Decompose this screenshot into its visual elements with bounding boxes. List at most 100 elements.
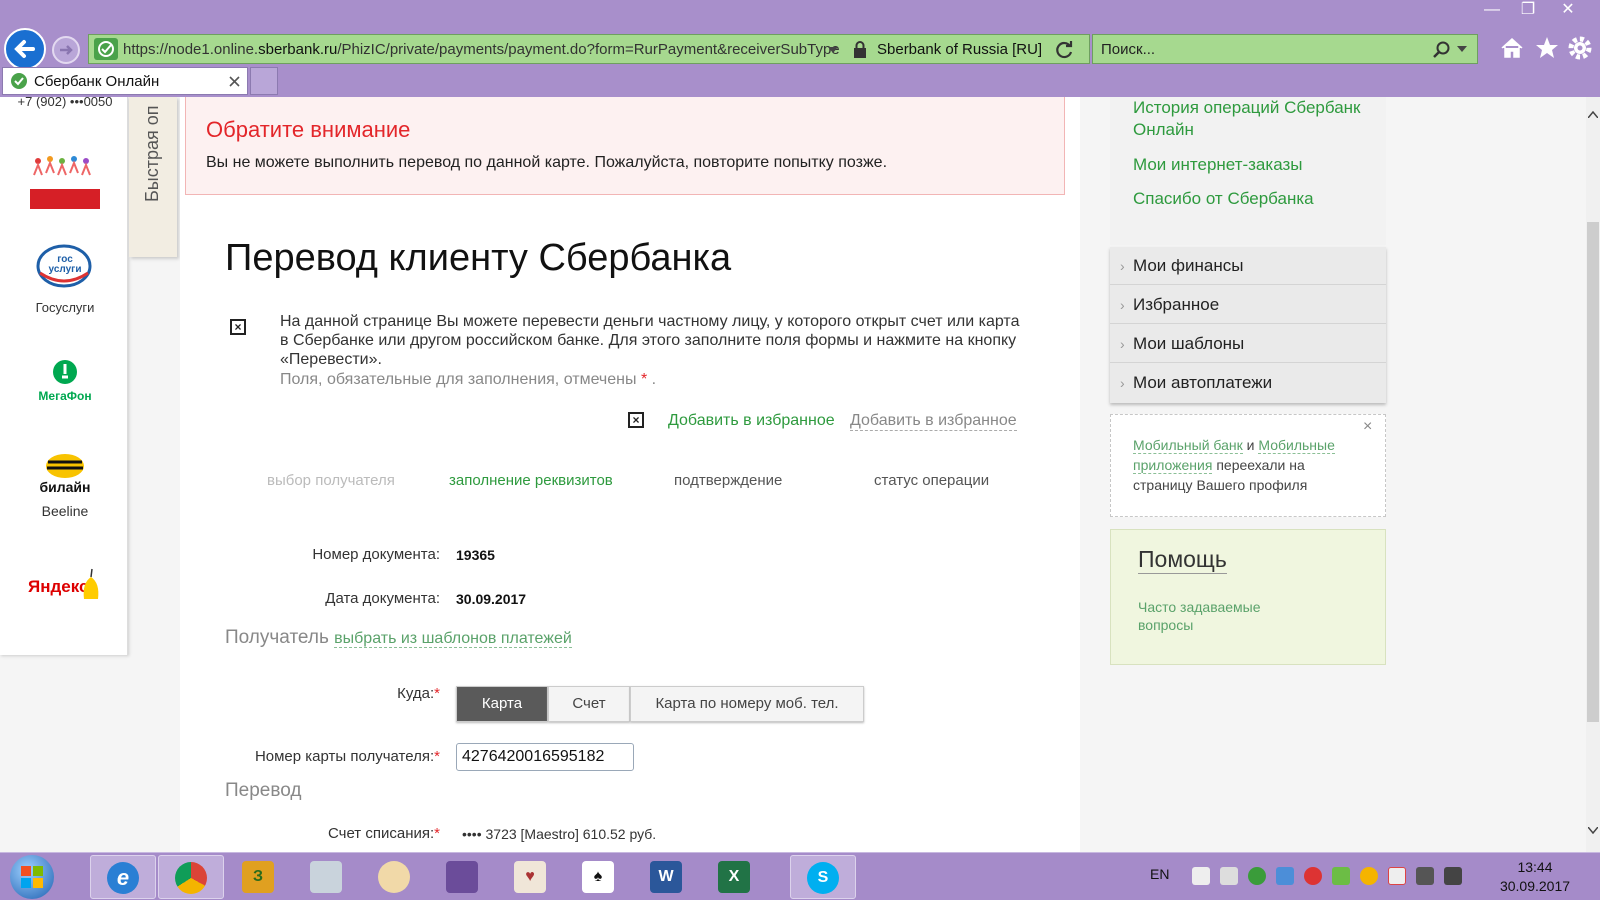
lock-icon[interactable] [853,41,867,58]
partner-megafon[interactable]: МегаФон [25,359,105,409]
faq-link[interactable]: Часто задаваемые вопросы [1138,598,1298,634]
recipient-section: Получатель выбрать из шаблонов платежей [225,627,572,648]
menu-favorites[interactable]: Избранное [1110,286,1386,324]
option-card-by-phone[interactable]: Карта по номеру моб. тел. [630,686,864,722]
help-title: Помощь [1138,546,1227,574]
taskbar-spider-solitaire[interactable] [430,855,496,899]
beeline-icon [46,454,84,478]
close-window-button[interactable]: ✕ [1550,0,1586,22]
close-tab-icon[interactable] [229,76,240,87]
tab-sberbank-online[interactable]: Сбербанк Онлайн [2,67,248,95]
taskbar-game-app[interactable]: З [226,855,292,899]
close-icon[interactable]: × [1363,418,1372,436]
site-identity[interactable]: Sberbank of Russia [RU] [877,41,1042,58]
transfer-section: Перевод [225,780,302,801]
search-dropdown-icon[interactable] [1457,46,1467,53]
tray-antivirus-icon[interactable] [1304,867,1322,885]
excel-icon: X [718,861,750,893]
card-number-input[interactable] [456,743,634,771]
chrome-icon [175,862,207,894]
search-box[interactable]: Поиск... [1092,34,1478,64]
tray-network-icon[interactable] [1276,867,1294,885]
start-button[interactable] [10,855,54,899]
taskbar-excel[interactable]: X [702,855,768,899]
alert-text: Вы не можете выполнить перевод по данной… [206,154,888,171]
minimize-button[interactable]: — [1474,0,1510,22]
menu-my-templates[interactable]: Мои шаблоны [1110,325,1386,363]
taskbar-skype[interactable]: S [790,855,856,899]
taskbar-chrome[interactable] [158,855,224,899]
menu-auto-payments[interactable]: Мои автоплатежи [1110,364,1386,402]
card-game-icon: ♠ [582,861,614,893]
tray-action-center-icon[interactable] [1388,867,1406,885]
doc-date-value: 30.09.2017 [456,591,527,607]
menu-my-finances[interactable]: Мои финансы [1110,247,1386,285]
windows-logo-icon [21,866,43,888]
taskbar-word[interactable]: W [634,855,700,899]
language-indicator[interactable]: EN [1150,866,1169,882]
tray-monitor-icon[interactable] [1220,867,1238,885]
tray-battery-icon[interactable] [1332,867,1350,885]
user-phone: +7 (902) •••0050 [17,97,113,109]
taskbar-paint[interactable] [362,855,428,899]
taskbar-solitaire[interactable]: ♥ [498,855,564,899]
scroll-down-icon[interactable] [1588,827,1598,834]
beeline-logo-text: билайн [39,479,91,495]
browser-titlebar: — ❐ ✕ https://node1.online.sberbank.ru/P… [0,0,1600,97]
tray-utorrent-icon[interactable] [1248,867,1266,885]
search-icon[interactable] [1433,41,1451,59]
option-account[interactable]: Счет [548,686,630,722]
dobro-icon [30,156,100,209]
quick-operations-label: Быстрая оп [142,105,162,202]
arrow-right-icon [60,45,73,55]
taskbar-calculator[interactable] [294,855,360,899]
clock-date: 30.09.2017 [1499,878,1571,894]
add-to-favorites-link[interactable]: Добавить в избранное [668,412,835,430]
history-link[interactable]: История операций Сбербанк Онлайн [1133,97,1378,141]
partner-beeline[interactable]: билайн Beeline [20,453,110,523]
refresh-icon[interactable] [1055,40,1075,60]
taskbar-internet-explorer[interactable]: e [90,855,156,899]
option-card[interactable]: Карта [456,686,548,722]
tray-update-icon[interactable] [1360,867,1378,885]
finance-menu: Мои финансы Избранное Мои шаблоны Мои ав… [1110,247,1386,403]
partner-dobro[interactable] [30,155,100,211]
notice-text: Мобильный банк и Мобильные приложения пе… [1133,437,1335,493]
address-bar[interactable]: https://node1.online.sberbank.ru/PhizIC/… [88,34,1090,64]
home-icon[interactable] [1500,36,1524,60]
back-button[interactable] [4,28,46,70]
page-content: +7 (902) •••0050 гос услуги Госуслуги Ме… [0,97,1586,852]
tray-display-icon[interactable] [1444,867,1462,885]
mobile-bank-notice: × Мобильный банк и Мобильные приложения … [1110,414,1386,517]
scroll-thumb[interactable] [1587,222,1599,722]
internet-explorer-icon: e [107,862,139,894]
card-number-label: Номер карты получателя:* [254,748,440,765]
taskbar-card-game[interactable]: ♠ [566,855,632,899]
scroll-up-icon[interactable] [1588,111,1598,118]
step-fill-details: заполнение реквизитов [449,472,613,489]
quick-operations-tab[interactable]: Быстрая оп [129,97,177,257]
debit-account-value[interactable]: •••• 3723 [Maestro] 610.52 руб. [462,826,656,842]
choose-template-link[interactable]: выбрать из шаблонов платежей [334,630,572,648]
favorites-star-icon[interactable] [1534,35,1560,61]
tray-flag-icon[interactable] [1192,867,1210,885]
spasibo-link[interactable]: Спасибо от Сбербанка [1133,188,1314,210]
search-input[interactable]: Поиск... [1101,41,1155,58]
gear-icon[interactable] [1567,35,1593,61]
forward-button[interactable] [52,36,80,64]
partner-gosuslugi[interactable]: гос услуги Госуслуги [20,243,110,321]
restore-button[interactable]: ❐ [1510,0,1546,22]
tray-volume-icon[interactable] [1416,867,1434,885]
dropdown-arrow-icon[interactable] [827,46,839,54]
help-box: Помощь Часто задаваемые вопросы [1110,529,1386,665]
gosuslugi-logo-text: гос услуги [48,254,82,275]
vertical-scrollbar[interactable] [1586,97,1600,852]
doc-number-label: Номер документа: [312,546,440,563]
solitaire-icon: ♥ [514,861,546,893]
internet-orders-link[interactable]: Мои интернет-заказы [1133,154,1302,176]
partner-yandex[interactable]: Яндекс [28,567,104,607]
new-tab-button[interactable] [250,67,278,95]
mobile-bank-link[interactable]: Мобильный банк [1133,437,1243,454]
taskbar-clock[interactable]: 13:44 30.09.2017 [1490,858,1580,896]
add-to-favorites-link-secondary[interactable]: Добавить в избранное [850,412,1017,431]
